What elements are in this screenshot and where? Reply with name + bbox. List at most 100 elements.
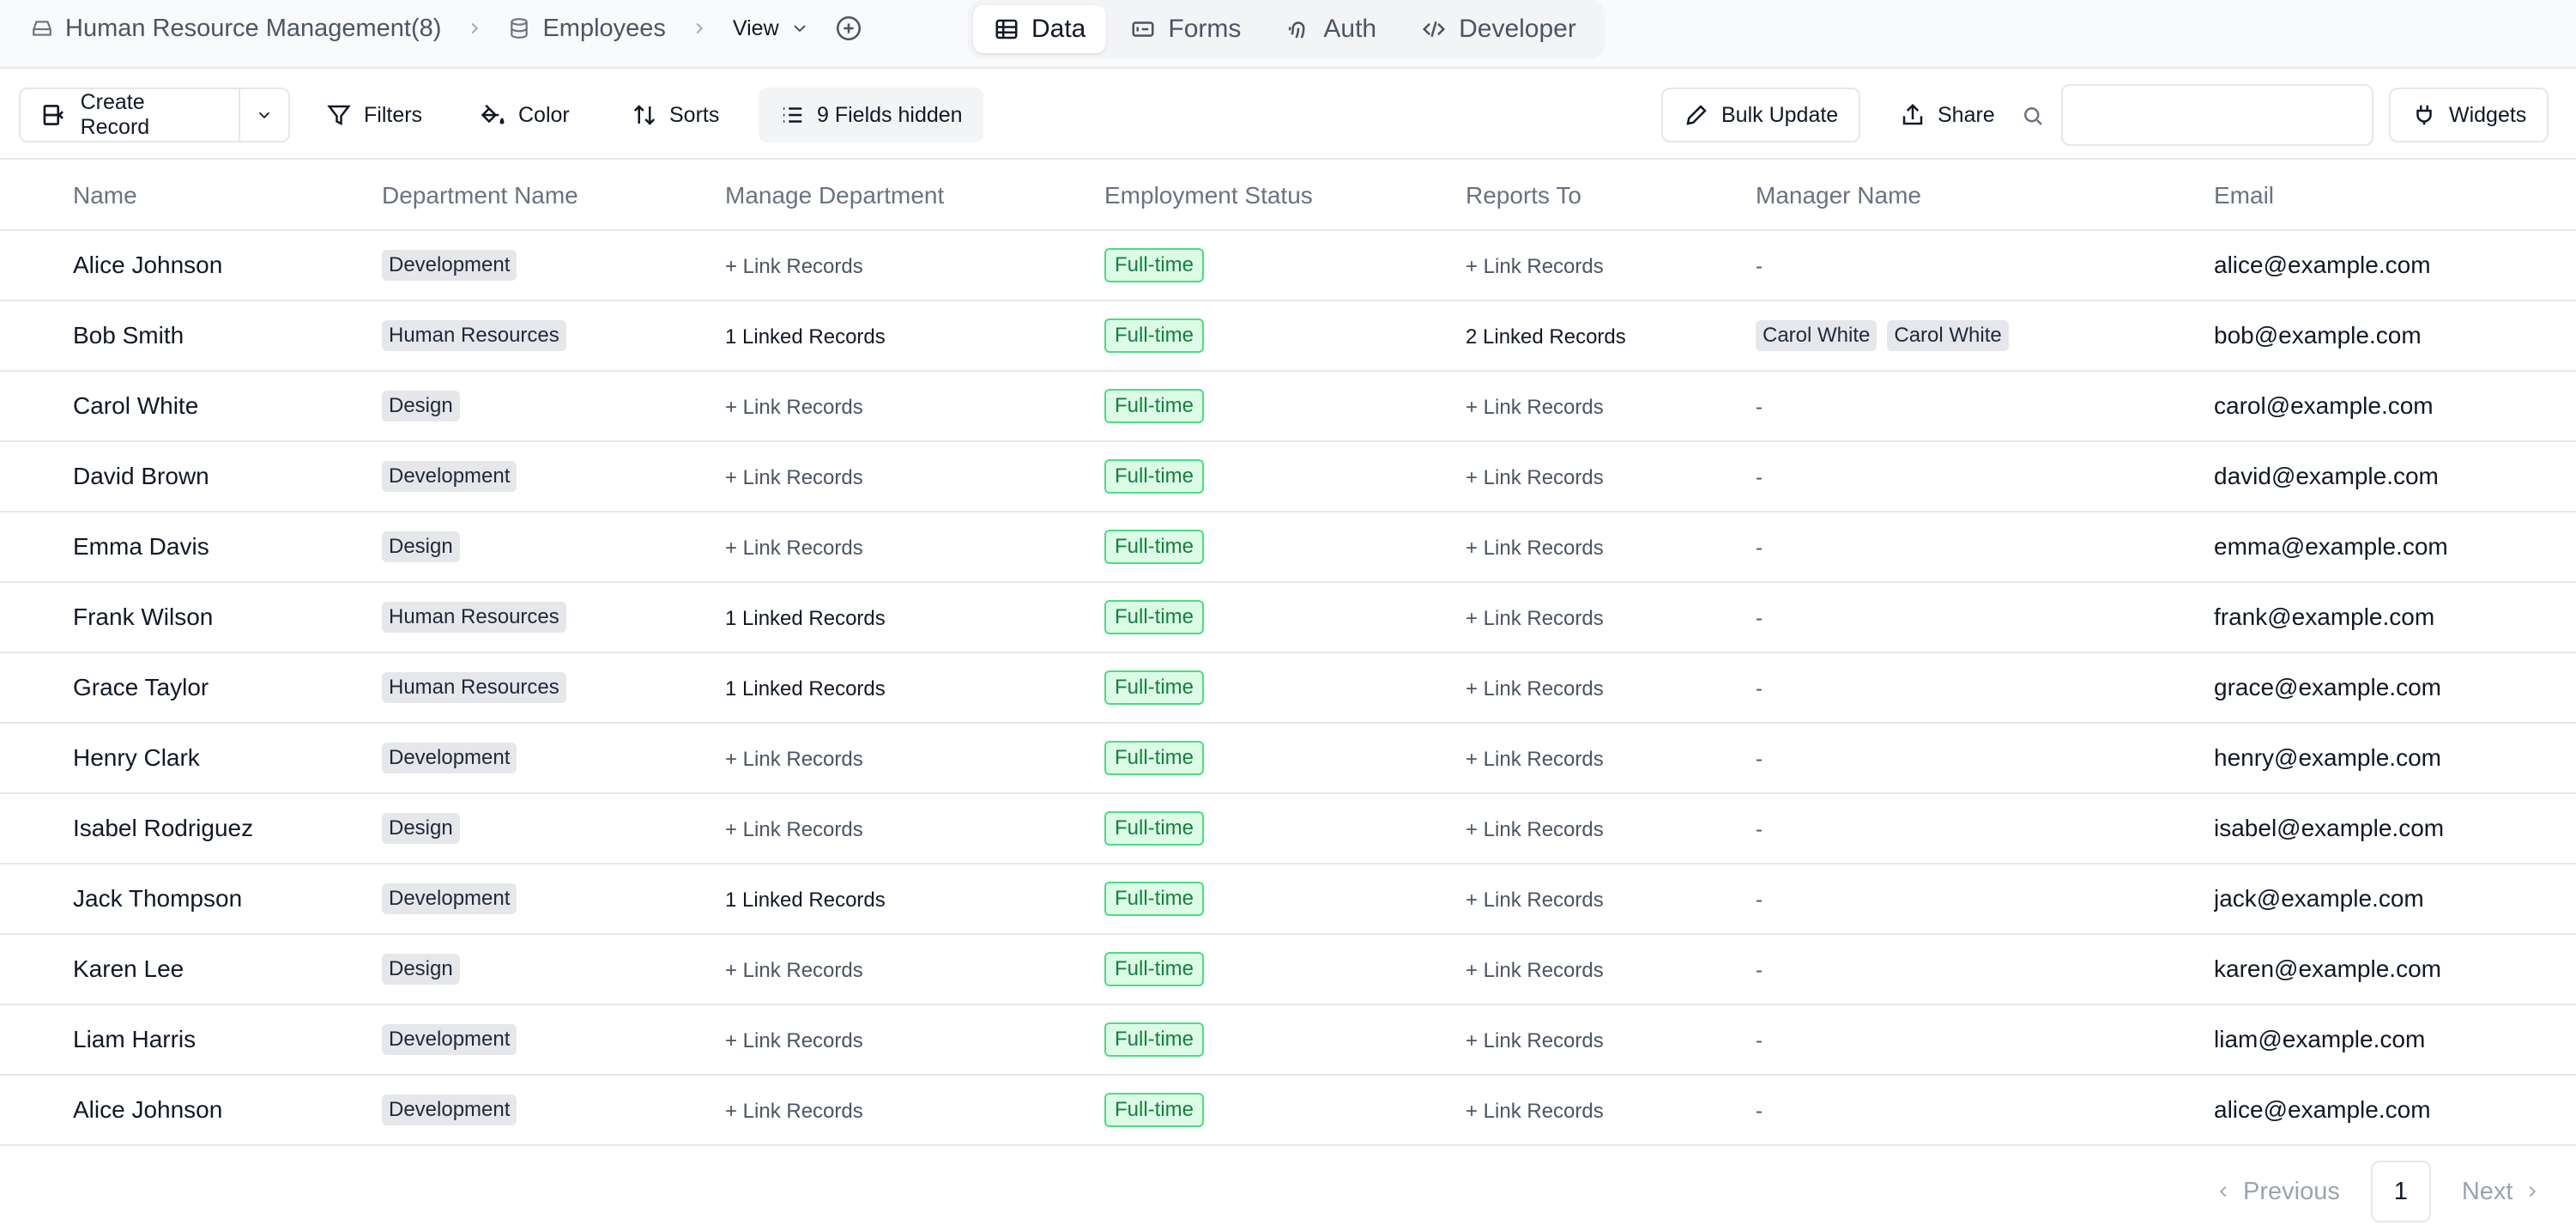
cell-manage-department[interactable]: + Link Records	[725, 1075, 1104, 1146]
table-row[interactable]: Emma Davis Design + Link Records Full-time +…	[0, 512, 2576, 583]
share-button[interactable]: Share	[1879, 88, 2016, 143]
cell-email[interactable]: alice@example.com	[2214, 1075, 2576, 1146]
cell-name[interactable]: Alice Johnson	[0, 230, 382, 301]
cell-employment-status[interactable]: Full-time	[1104, 1004, 1466, 1076]
current-page-button[interactable]: 1	[2370, 1161, 2431, 1222]
cell-reports-to[interactable]: + Link Records	[1466, 793, 1756, 864]
cell-email[interactable]: isabel@example.com	[2214, 793, 2576, 864]
cell-department[interactable]: Development	[382, 230, 725, 301]
cell-manage-department[interactable]: + Link Records	[725, 723, 1104, 794]
table-row[interactable]: Frank Wilson Human Resources 1 Linked Reco…	[0, 582, 2576, 653]
widgets-button[interactable]: Widgets	[2389, 88, 2549, 143]
link-records[interactable]: + Link Records	[725, 255, 863, 278]
cell-name[interactable]: Grace Taylor	[0, 652, 382, 724]
link-records[interactable]: + Link Records	[1466, 537, 1604, 560]
create-record-button[interactable]: Create Record	[21, 89, 240, 141]
link-records[interactable]: + Link Records	[1466, 607, 1604, 630]
column-header-reports-to[interactable]: Reports To	[1466, 161, 1756, 231]
cell-name[interactable]: Karen Lee	[0, 934, 382, 1005]
cell-employment-status[interactable]: Full-time	[1104, 230, 1466, 301]
tab-developer[interactable]: Developer	[1400, 5, 1597, 53]
add-view-icon[interactable]	[834, 14, 863, 43]
cell-reports-to[interactable]: 2 Linked Records	[1466, 300, 1756, 372]
link-records[interactable]: + Link Records	[725, 466, 863, 489]
link-records[interactable]: + Link Records	[1466, 818, 1604, 841]
link-records[interactable]: + Link Records	[1466, 396, 1604, 419]
table-row[interactable]: Grace Taylor Human Resources 1 Linked Reco…	[0, 652, 2576, 724]
cell-reports-to[interactable]: + Link Records	[1466, 1075, 1756, 1146]
cell-manager-name[interactable]: -	[1756, 371, 2214, 442]
cell-manager-name[interactable]: -	[1756, 582, 2214, 653]
cell-department[interactable]: Design	[382, 512, 725, 583]
cell-department[interactable]: Development	[382, 1075, 725, 1146]
next-page-button[interactable]: Next	[2462, 1178, 2543, 1206]
link-records[interactable]: + Link Records	[1466, 466, 1604, 489]
cell-name[interactable]: Carol White	[0, 371, 382, 442]
table-row[interactable]: Alice Johnson Development + Link Records Fu…	[0, 230, 2576, 301]
link-records[interactable]: + Link Records	[725, 748, 863, 771]
bulk-update-button[interactable]: Bulk Update	[1661, 88, 1861, 143]
cell-employment-status[interactable]: Full-time	[1104, 652, 1466, 724]
link-records[interactable]: + Link Records	[1466, 1029, 1604, 1052]
sorts-button[interactable]: Sorts	[611, 88, 740, 143]
link-records[interactable]: + Link Records	[725, 396, 863, 419]
cell-employment-status[interactable]: Full-time	[1104, 723, 1466, 794]
filters-button[interactable]: Filters	[305, 88, 443, 143]
cell-manager-name[interactable]: -	[1756, 512, 2214, 583]
cell-email[interactable]: david@example.com	[2214, 441, 2576, 512]
cell-name[interactable]: Liam Harris	[0, 1004, 382, 1076]
column-header-employment-status[interactable]: Employment Status	[1104, 161, 1466, 231]
table-row[interactable]: David Brown Development + Link Records Full…	[0, 441, 2576, 512]
cell-manage-department[interactable]: + Link Records	[725, 371, 1104, 442]
cell-email[interactable]: emma@example.com	[2214, 512, 2576, 583]
cell-name[interactable]: Alice Johnson	[0, 1075, 382, 1146]
cell-department[interactable]: Design	[382, 934, 725, 1005]
cell-employment-status[interactable]: Full-time	[1104, 300, 1466, 372]
link-records[interactable]: 1 Linked Records	[725, 888, 886, 912]
cell-manage-department[interactable]: 1 Linked Records	[725, 652, 1104, 724]
link-records[interactable]: + Link Records	[1466, 1100, 1604, 1123]
cell-department[interactable]: Development	[382, 864, 725, 935]
search-input[interactable]	[2061, 84, 2373, 146]
create-record-dropdown[interactable]	[240, 89, 288, 141]
cell-department[interactable]: Design	[382, 793, 725, 864]
cell-name[interactable]: Isabel Rodriguez	[0, 793, 382, 864]
table-row[interactable]: Liam Harris Development + Link Records Full…	[0, 1004, 2576, 1076]
table-row[interactable]: Alice Johnson Development + Link Records Fu…	[0, 1075, 2576, 1146]
cell-email[interactable]: bob@example.com	[2214, 300, 2576, 372]
column-header-department-name[interactable]: Department Name	[382, 161, 725, 231]
cell-email[interactable]: jack@example.com	[2214, 864, 2576, 935]
link-records[interactable]: + Link Records	[1466, 748, 1604, 771]
link-records[interactable]: + Link Records	[725, 959, 863, 982]
cell-employment-status[interactable]: Full-time	[1104, 793, 1466, 864]
cell-reports-to[interactable]: + Link Records	[1466, 934, 1756, 1005]
cell-employment-status[interactable]: Full-time	[1104, 864, 1466, 935]
cell-manage-department[interactable]: + Link Records	[725, 1004, 1104, 1076]
cell-email[interactable]: grace@example.com	[2214, 652, 2576, 724]
cell-email[interactable]: alice@example.com	[2214, 230, 2576, 301]
cell-name[interactable]: David Brown	[0, 441, 382, 512]
cell-manage-department[interactable]: + Link Records	[725, 441, 1104, 512]
link-records[interactable]: 1 Linked Records	[725, 607, 886, 630]
cell-manage-department[interactable]: 1 Linked Records	[725, 300, 1104, 372]
table-row[interactable]: Carol White Design + Link Records Full-time…	[0, 371, 2576, 442]
manager-chip[interactable]: Carol White	[1756, 320, 1878, 351]
link-records[interactable]: 1 Linked Records	[725, 677, 886, 700]
previous-page-button[interactable]: Previous	[2214, 1178, 2340, 1206]
link-records[interactable]: + Link Records	[1466, 959, 1604, 982]
cell-reports-to[interactable]: + Link Records	[1466, 652, 1756, 724]
table-row[interactable]: Karen Lee Design + Link Records Full-time + …	[0, 934, 2576, 1005]
link-records[interactable]: + Link Records	[1466, 888, 1604, 912]
cell-email[interactable]: liam@example.com	[2214, 1004, 2576, 1076]
tab-data[interactable]: Data	[973, 5, 1107, 53]
cell-reports-to[interactable]: + Link Records	[1466, 441, 1756, 512]
column-header-manager-name[interactable]: Manager Name	[1756, 161, 2214, 231]
table-row[interactable]: Henry Clark Development + Link Records Full…	[0, 723, 2576, 794]
manager-chip[interactable]: Carol White	[1887, 320, 2009, 351]
link-records[interactable]: + Link Records	[725, 818, 863, 841]
cell-employment-status[interactable]: Full-time	[1104, 1075, 1466, 1146]
cell-name[interactable]: Bob Smith	[0, 300, 382, 372]
cell-department[interactable]: Human Resources	[382, 582, 725, 653]
cell-department[interactable]: Development	[382, 441, 725, 512]
cell-manager-name[interactable]: -	[1756, 230, 2214, 301]
